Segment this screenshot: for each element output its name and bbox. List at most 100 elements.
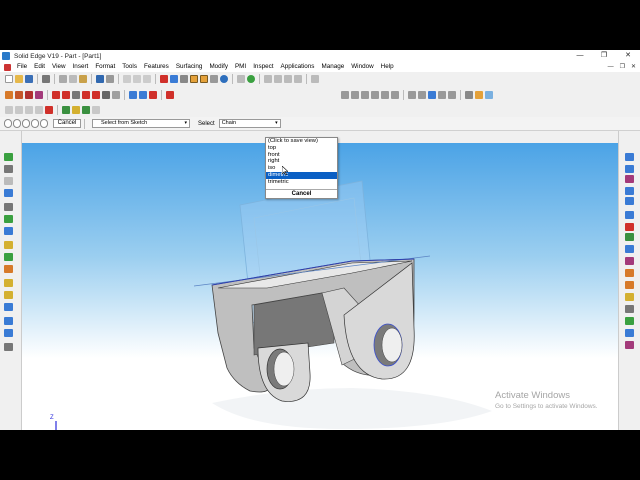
round-tool-icon[interactable] bbox=[4, 253, 13, 261]
dropdown-cancel-button[interactable]: Cancel bbox=[266, 189, 337, 198]
paste-icon[interactable] bbox=[79, 75, 87, 83]
pattern-tool-icon[interactable] bbox=[4, 279, 13, 287]
undo-icon[interactable] bbox=[96, 75, 104, 83]
fit-icon[interactable] bbox=[143, 75, 151, 83]
section-view-icon[interactable] bbox=[428, 90, 436, 99]
zoom-area-icon[interactable] bbox=[133, 75, 141, 83]
extra-tool-icon[interactable] bbox=[625, 341, 634, 349]
save-icon[interactable] bbox=[25, 75, 33, 83]
pan-tool-icon[interactable] bbox=[625, 175, 634, 183]
chamfer-tool-icon[interactable] bbox=[4, 265, 13, 273]
new-icon[interactable] bbox=[5, 75, 13, 83]
menu-surfacing[interactable]: Surfacing bbox=[173, 62, 207, 72]
visible-edges-icon[interactable] bbox=[210, 75, 218, 83]
revolved-protrusion-icon[interactable] bbox=[15, 90, 23, 99]
cut-tool-icon[interactable] bbox=[4, 227, 13, 235]
menu-format[interactable]: Format bbox=[92, 62, 119, 72]
chamfer-icon[interactable] bbox=[72, 90, 80, 99]
thread-icon[interactable] bbox=[149, 90, 157, 99]
edgebar-icon[interactable] bbox=[4, 165, 13, 173]
pattern-icon[interactable] bbox=[129, 90, 137, 99]
menu-pmi[interactable]: PMI bbox=[232, 62, 250, 72]
thin-wall-icon[interactable] bbox=[92, 90, 100, 99]
step-button-3[interactable] bbox=[22, 119, 30, 128]
menu-view[interactable]: View bbox=[49, 62, 70, 72]
point-tool-icon[interactable] bbox=[625, 269, 634, 277]
view-option-front[interactable]: front bbox=[266, 152, 337, 159]
mirror-icon[interactable] bbox=[139, 90, 147, 99]
select-tool-icon[interactable] bbox=[123, 75, 131, 83]
shaded-view-icon[interactable] bbox=[190, 75, 198, 83]
thinwall-tool-icon[interactable] bbox=[4, 303, 13, 311]
rotate-tool-icon[interactable] bbox=[625, 187, 634, 195]
pan-view-icon[interactable] bbox=[361, 90, 369, 99]
step-button-5[interactable] bbox=[40, 119, 48, 128]
revolve-icon[interactable] bbox=[4, 215, 13, 223]
rib-tool-icon[interactable] bbox=[4, 317, 13, 325]
select-arrow-icon[interactable] bbox=[4, 153, 13, 161]
doc-close-button[interactable]: ✕ bbox=[631, 62, 636, 72]
print-icon[interactable] bbox=[42, 75, 50, 83]
menu-manage[interactable]: Manage bbox=[318, 62, 348, 72]
measure-icon[interactable] bbox=[438, 90, 446, 99]
view-option-trimetric[interactable]: trimetric bbox=[266, 179, 337, 186]
split-icon[interactable] bbox=[62, 105, 70, 114]
add-body-icon[interactable] bbox=[72, 105, 80, 114]
material-icon[interactable] bbox=[475, 90, 483, 99]
rotate-icon[interactable] bbox=[284, 75, 292, 83]
appearance-icon[interactable] bbox=[485, 90, 493, 99]
cutout-icon[interactable] bbox=[25, 90, 33, 99]
menu-tools[interactable]: Tools bbox=[119, 62, 141, 72]
menu-inspect[interactable]: Inspect bbox=[250, 62, 277, 72]
menu-applications[interactable]: Applications bbox=[278, 62, 319, 72]
view-option-right[interactable]: right bbox=[266, 158, 337, 165]
fit-all-icon[interactable] bbox=[294, 75, 302, 83]
hidden-edges-icon[interactable] bbox=[408, 90, 416, 99]
restore-button[interactable]: ❐ bbox=[592, 50, 616, 62]
edge-tool-icon[interactable] bbox=[625, 223, 634, 231]
select-from-dropdown[interactable]: Select from Sketch ▾ bbox=[92, 119, 190, 128]
selection-type-dropdown[interactable]: Chain ▾ bbox=[218, 119, 281, 128]
sweep-icon[interactable] bbox=[15, 105, 23, 114]
dimension-icon[interactable] bbox=[180, 75, 188, 83]
menu-features[interactable]: Features bbox=[141, 62, 173, 72]
shade-tool-icon[interactable] bbox=[625, 211, 634, 219]
menu-insert[interactable]: Insert bbox=[70, 62, 93, 72]
zoom-in-out-icon[interactable] bbox=[351, 90, 359, 99]
refresh-icon[interactable] bbox=[247, 75, 255, 83]
normal-protrusion-icon[interactable] bbox=[35, 105, 43, 114]
menu-help[interactable]: Help bbox=[378, 62, 398, 72]
loft-icon[interactable] bbox=[5, 105, 13, 114]
measure-tool-icon[interactable] bbox=[625, 281, 634, 289]
menu-modify[interactable]: Modify bbox=[206, 62, 232, 72]
cancel-button[interactable]: Cancel bbox=[53, 119, 81, 128]
display-settings-icon[interactable] bbox=[465, 90, 473, 99]
look-at-icon[interactable] bbox=[381, 90, 389, 99]
zoom-icon[interactable] bbox=[264, 75, 272, 83]
lip-icon[interactable] bbox=[112, 90, 120, 99]
hole-icon[interactable] bbox=[52, 90, 60, 99]
protrusion-icon[interactable] bbox=[5, 90, 13, 99]
tools-icon[interactable] bbox=[625, 317, 634, 325]
revolved-cutout-icon[interactable] bbox=[35, 90, 43, 99]
rib-icon[interactable] bbox=[102, 90, 110, 99]
shaded-edges-icon[interactable] bbox=[200, 75, 208, 83]
open-icon[interactable] bbox=[15, 75, 23, 83]
web-network-icon[interactable] bbox=[166, 90, 174, 99]
inspect-icon[interactable] bbox=[448, 90, 456, 99]
menu-file[interactable]: File bbox=[14, 62, 31, 72]
emboss-icon[interactable] bbox=[45, 105, 53, 114]
zoom-tool-icon[interactable] bbox=[625, 165, 634, 173]
physical-tool-icon[interactable] bbox=[625, 305, 634, 313]
feature-library-icon[interactable] bbox=[92, 105, 100, 114]
fit-tool-icon[interactable] bbox=[625, 197, 634, 205]
view-orient-icon[interactable] bbox=[220, 75, 228, 83]
plane-icon[interactable] bbox=[4, 189, 13, 197]
check-tool-icon[interactable] bbox=[625, 293, 634, 301]
cut-icon[interactable] bbox=[59, 75, 67, 83]
mold-icon[interactable] bbox=[82, 105, 90, 114]
view-option-save[interactable]: (Click to save view) bbox=[266, 138, 337, 145]
doc-restore-button[interactable]: ❐ bbox=[620, 62, 625, 72]
zoom-window-icon[interactable] bbox=[341, 90, 349, 99]
sketch-tool-icon[interactable] bbox=[4, 177, 13, 185]
